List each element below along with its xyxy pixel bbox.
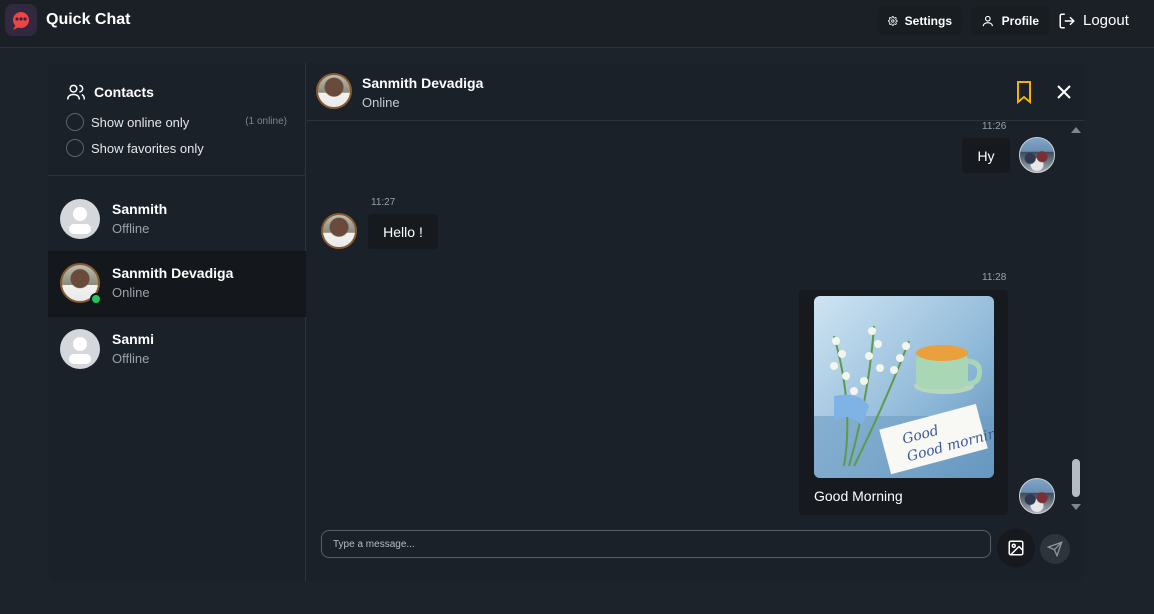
image-icon bbox=[1008, 540, 1024, 556]
chat-header: Sanmith Devadiga Online bbox=[307, 63, 1084, 121]
user-icon bbox=[982, 15, 993, 26]
contact-status: Offline bbox=[112, 221, 150, 236]
contact-item-sanmith[interactable]: Sanmith Offline bbox=[48, 187, 306, 253]
message-bubble: Hy bbox=[962, 138, 1010, 173]
message-time: 11:26 bbox=[982, 121, 1007, 132]
scroll-down-arrow[interactable] bbox=[1071, 504, 1081, 510]
contact-status: Online bbox=[112, 285, 150, 300]
good-morning-image[interactable]: Good Good morning. bbox=[814, 296, 994, 478]
show-online-label: Show online only bbox=[91, 114, 190, 130]
logout-button[interactable]: Logout bbox=[1052, 6, 1142, 35]
message-composer bbox=[307, 519, 1084, 581]
sender-avatar bbox=[321, 213, 357, 249]
send-button[interactable] bbox=[1040, 534, 1070, 564]
sidebar-divider bbox=[48, 175, 306, 176]
settings-label: Settings bbox=[904, 13, 952, 28]
scroll-up-arrow[interactable] bbox=[1071, 127, 1081, 133]
scrollbar-thumb[interactable] bbox=[1072, 459, 1080, 497]
default-avatar bbox=[60, 329, 100, 369]
chat-logo-icon[interactable] bbox=[5, 4, 37, 36]
users-icon bbox=[66, 84, 86, 100]
contact-status: Offline bbox=[112, 351, 150, 366]
default-avatar bbox=[60, 199, 100, 239]
chat-partner-name: Sanmith Devadiga bbox=[362, 75, 484, 91]
send-icon bbox=[1047, 541, 1063, 557]
chat-panel: Sanmith Devadiga Online 11:26 Hy 11:27 H… bbox=[307, 63, 1084, 581]
contact-name: Sanmith bbox=[112, 201, 168, 217]
bookmark-button[interactable] bbox=[1013, 80, 1035, 105]
online-count: (1 online) bbox=[245, 116, 287, 127]
contacts-heading-label: Contacts bbox=[94, 84, 154, 100]
message-time: 11:27 bbox=[371, 197, 396, 208]
close-chat-button[interactable] bbox=[1053, 81, 1075, 103]
bookmark-icon bbox=[1017, 81, 1031, 105]
show-online-checkbox[interactable] bbox=[66, 113, 84, 131]
message-bubble: Hello ! bbox=[368, 214, 438, 249]
gear-icon bbox=[888, 15, 898, 26]
app-title[interactable]: Quick Chat bbox=[46, 11, 130, 29]
logout-label: Logout bbox=[1083, 12, 1129, 29]
message-list[interactable]: 11:26 Hy 11:27 Hello ! 11:28 Good Good m… bbox=[307, 121, 1084, 519]
contact-item-sanmi[interactable]: Sanmi Offline bbox=[48, 317, 306, 383]
chat-app-card: Contacts Show online only (1 online) Sho… bbox=[48, 63, 1084, 581]
message-input[interactable] bbox=[321, 530, 991, 558]
show-online-filter[interactable]: Show online only bbox=[66, 113, 189, 131]
show-favorites-filter[interactable]: Show favorites only bbox=[66, 139, 204, 157]
message-time: 11:28 bbox=[982, 272, 1007, 283]
profile-button[interactable]: Profile bbox=[971, 6, 1049, 35]
profile-label: Profile bbox=[1001, 13, 1039, 28]
contacts-heading: Contacts bbox=[66, 82, 154, 102]
settings-button[interactable]: Settings bbox=[878, 6, 962, 35]
contacts-sidebar: Contacts Show online only (1 online) Sho… bbox=[48, 63, 306, 581]
attach-image-button[interactable] bbox=[997, 529, 1035, 567]
image-message-bubble: Good Good morning. Good Morning bbox=[799, 290, 1008, 515]
logout-icon bbox=[1059, 13, 1075, 28]
top-bar: Quick Chat Settings Profile Logout bbox=[0, 0, 1154, 48]
show-favorites-label: Show favorites only bbox=[91, 140, 204, 156]
contact-name: Sanmith Devadiga bbox=[112, 265, 234, 281]
sender-avatar bbox=[1019, 478, 1055, 514]
image-caption: Good Morning bbox=[814, 488, 903, 504]
online-status-dot bbox=[90, 293, 102, 305]
sender-avatar bbox=[1019, 137, 1055, 173]
contact-name: Sanmi bbox=[112, 331, 155, 347]
show-favorites-checkbox[interactable] bbox=[66, 139, 84, 157]
contact-item-sanmith-devadiga[interactable]: Sanmith Devadiga Online bbox=[48, 251, 306, 317]
chat-partner-avatar[interactable] bbox=[316, 73, 352, 109]
close-icon bbox=[1057, 85, 1071, 99]
chat-partner-status: Online bbox=[362, 95, 400, 110]
